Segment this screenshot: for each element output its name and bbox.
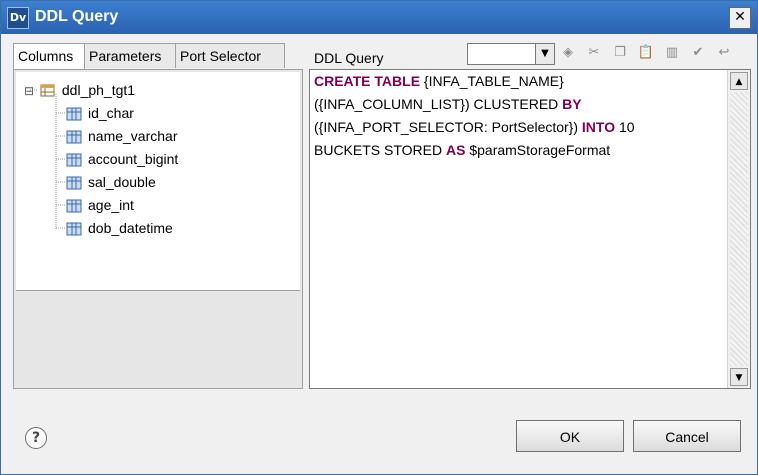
close-button[interactable]: ✕ [729,7,751,29]
cancel-button[interactable]: Cancel [633,420,741,452]
keyword: INTO [581,119,616,135]
column-icon [66,153,82,167]
validate-icon[interactable]: ✔ [689,44,707,62]
tab-columns[interactable]: Columns [13,43,85,71]
code-line-4: BUCKETS STORED AS $paramStorageFormat [314,139,719,162]
keyword: BY [562,96,582,112]
tab-port-selector[interactable]: Port Selector [175,43,285,68]
paste-icon[interactable]: 📋 [637,44,655,62]
query-dropdown[interactable]: ▼ [467,43,555,65]
collapse-icon[interactable]: ⊟ [24,80,36,102]
keyword: CREATE TABLE [314,73,421,89]
scroll-down-icon[interactable]: ▼ [730,368,748,386]
window-title: DDL Query [35,8,119,25]
ddl-query-dialog: Dv DDL Query ✕ Columns Parameters Port S… [0,0,758,475]
column-label: age_int [88,197,134,213]
column-tree: ⊟ ddl_ph_tgt1 id_char name_varchar accou… [16,72,300,291]
code-text: 10 [615,119,635,135]
title-bar[interactable]: Dv DDL Query ✕ [1,1,757,34]
help-icon[interactable]: ? [25,427,47,449]
column-label: account_bigint [88,151,179,167]
code-text: ({INFA_PORT_SELECTOR: PortSelector}) [314,119,582,135]
tree-column-row[interactable]: sal_double [66,171,156,193]
scroll-up-icon[interactable]: ▲ [730,72,748,90]
table-icon [40,84,55,97]
code-line-3: ({INFA_PORT_SELECTOR: PortSelector}) INT… [314,116,719,139]
tree-root-row[interactable]: ⊟ ddl_ph_tgt1 [24,79,135,101]
code-text: $paramStorageFormat [465,142,611,158]
code-text: BUCKETS STORED [314,142,446,158]
ddl-editor[interactable]: CREATE TABLE {INFA_TABLE_NAME} ({INFA_CO… [309,69,751,389]
tree-column-row[interactable]: age_int [66,194,134,216]
column-label: sal_double [88,174,156,190]
cut-icon[interactable]: ✂ [585,44,603,62]
column-label: name_varchar [88,128,178,144]
column-label: dob_datetime [88,220,173,236]
chevron-down-icon[interactable]: ▼ [535,44,554,64]
code-text: {INFA_TABLE_NAME} [420,73,564,89]
column-icon [66,107,82,121]
tree-column-row[interactable]: account_bigint [66,148,178,170]
ddl-code[interactable]: CREATE TABLE {INFA_TABLE_NAME} ({INFA_CO… [314,70,719,162]
tree-column-row[interactable]: dob_datetime [66,217,173,239]
column-icon [66,176,82,190]
ddl-query-label: DDL Query [314,50,384,66]
copy-icon[interactable]: ❐ [611,44,629,62]
code-text: ({INFA_COLUMN_LIST}) CLUSTERED [314,96,563,112]
tree-column-row[interactable]: id_char [66,102,134,124]
code-line-2: ({INFA_COLUMN_LIST}) CLUSTERED BY [314,93,719,116]
tree-column-row[interactable]: name_varchar [66,125,178,147]
app-icon: Dv [7,7,29,29]
column-label: id_char [88,105,134,121]
tree-root-label: ddl_ph_tgt1 [61,82,136,98]
undo-icon[interactable]: ↩ [715,44,733,62]
delete-icon[interactable]: ▥ [663,44,681,62]
column-icon [66,222,82,236]
ok-button[interactable]: OK [516,420,624,452]
vertical-scrollbar[interactable]: ▲ ▼ [727,70,750,388]
column-icon [66,130,82,144]
column-icon [66,199,82,213]
code-line-1: CREATE TABLE {INFA_TABLE_NAME} [314,70,719,93]
tab-parameters[interactable]: Parameters [84,43,176,68]
columns-panel: ⊟ ddl_ph_tgt1 id_char name_varchar accou… [13,69,303,389]
add-icon[interactable]: ◈ [559,44,577,62]
keyword: AS [446,142,466,158]
scroll-track[interactable] [730,92,748,366]
